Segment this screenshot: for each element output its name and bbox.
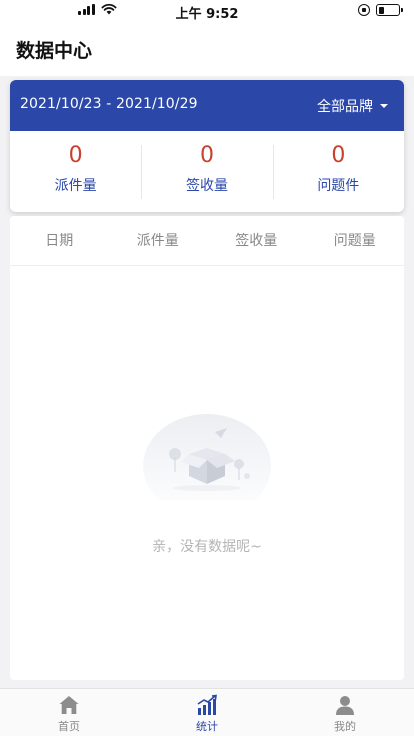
status-time: 上午 9:52 [175, 7, 239, 22]
tab-profile-label: 我的 [334, 720, 356, 733]
stat-signed: 0 签收量 [141, 143, 272, 212]
column-header-signed: 签收量 [235, 233, 278, 249]
stat-problem-label: 问题件 [317, 178, 360, 194]
table-header: 日期 派件量 签收量 问题量 [10, 216, 404, 266]
tab-stats-label: 统计 [196, 720, 218, 733]
tab-bar: 首页 统计 我的 [0, 688, 414, 736]
stat-signed-label: 签收量 [185, 178, 228, 194]
tab-home[interactable]: 首页 [0, 689, 138, 736]
stats-row: 0 派件量 0 签收量 0 问题件 [10, 131, 404, 212]
app-header: 数据中心 [0, 22, 414, 76]
status-bar: 上午 9:52 [0, 0, 414, 22]
filter-bar: 2021/10/23 - 2021/10/29 全部品牌 [10, 80, 404, 131]
summary-card: 2021/10/23 - 2021/10/29 全部品牌 0 派件量 0 签收量… [10, 80, 404, 212]
user-icon [336, 696, 354, 715]
column-header-dispatch: 派件量 [136, 233, 179, 249]
stat-problem-value: 0 [331, 143, 346, 168]
empty-state-message: 亲，没有数据呢~ [152, 539, 262, 555]
tab-stats[interactable]: 统计 [138, 689, 276, 736]
stats-icon [197, 694, 217, 715]
caret-down-icon [380, 104, 388, 108]
battery-icon [376, 4, 403, 16]
data-table: 日期 派件量 签收量 问题量 亲，没有数据呢~ [10, 216, 404, 680]
column-header-problem: 问题量 [333, 233, 376, 249]
orientation-lock-icon [358, 4, 370, 16]
brand-dropdown-label: 全部品牌 [317, 99, 373, 115]
brand-dropdown[interactable]: 全部品牌 [317, 96, 388, 116]
stat-problem: 0 问题件 [272, 143, 404, 212]
tab-home-label: 首页 [58, 720, 80, 733]
tab-profile[interactable]: 我的 [276, 689, 414, 736]
home-icon [59, 696, 79, 714]
stat-dispatch-value: 0 [68, 143, 83, 168]
column-header-date: 日期 [45, 233, 74, 249]
date-range-picker[interactable]: 2021/10/23 - 2021/10/29 [20, 96, 198, 112]
status-right [358, 4, 403, 16]
page-title: 数据中心 [16, 40, 93, 62]
stat-dispatch-label: 派件量 [54, 178, 97, 194]
empty-box-illustration [143, 414, 271, 500]
stat-dispatch: 0 派件量 [10, 143, 141, 212]
stat-signed-value: 0 [199, 143, 214, 168]
